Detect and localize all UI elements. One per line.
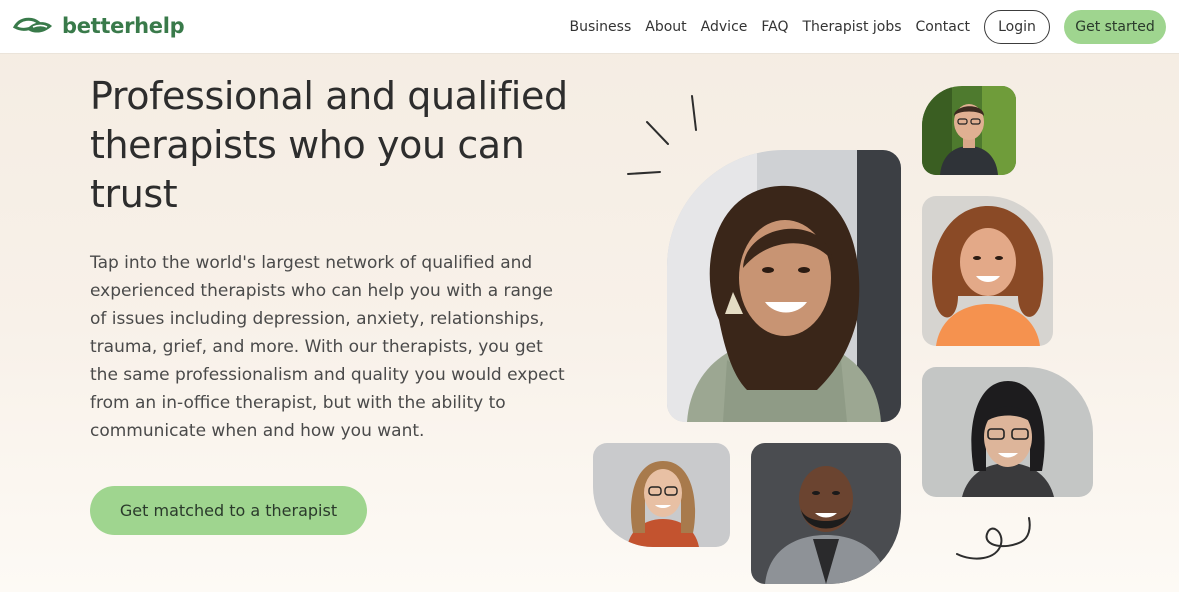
therapist-photo-man xyxy=(922,86,1016,175)
nav-contact[interactable]: Contact xyxy=(916,19,970,35)
main-nav: Business About Advice FAQ Therapist jobs… xyxy=(570,0,1166,54)
nav-advice[interactable]: Advice xyxy=(701,19,748,35)
therapist-photo-man-suit xyxy=(751,443,901,584)
login-button[interactable]: Login xyxy=(984,10,1050,44)
leaf-logo-icon xyxy=(12,17,52,33)
get-matched-button[interactable]: Get matched to a therapist xyxy=(90,486,367,535)
get-started-button[interactable]: Get started xyxy=(1064,10,1166,44)
sparkle-lines-doodle xyxy=(627,95,697,175)
hero-description: Tap into the world's largest network of … xyxy=(90,253,565,441)
swirl-doodle xyxy=(956,517,1031,560)
therapist-photo-woman-curly-hair xyxy=(922,196,1053,346)
nav-about[interactable]: About xyxy=(645,19,686,35)
nav-faq[interactable]: FAQ xyxy=(761,19,788,35)
therapist-photo-woman-turtleneck xyxy=(593,443,730,547)
nav-business[interactable]: Business xyxy=(570,19,632,35)
therapist-photo-woman-featured xyxy=(667,150,901,422)
logo-text: betterhelp xyxy=(62,14,185,38)
hero-title: Professional and qualified therapists wh… xyxy=(90,74,568,216)
betterhelp-logo[interactable]: betterhelp xyxy=(12,11,185,41)
nav-therapist-jobs[interactable]: Therapist jobs xyxy=(803,19,902,35)
site-header: betterhelp Business About Advice FAQ The… xyxy=(0,0,1179,54)
therapist-photo-woman-glasses xyxy=(922,367,1093,497)
